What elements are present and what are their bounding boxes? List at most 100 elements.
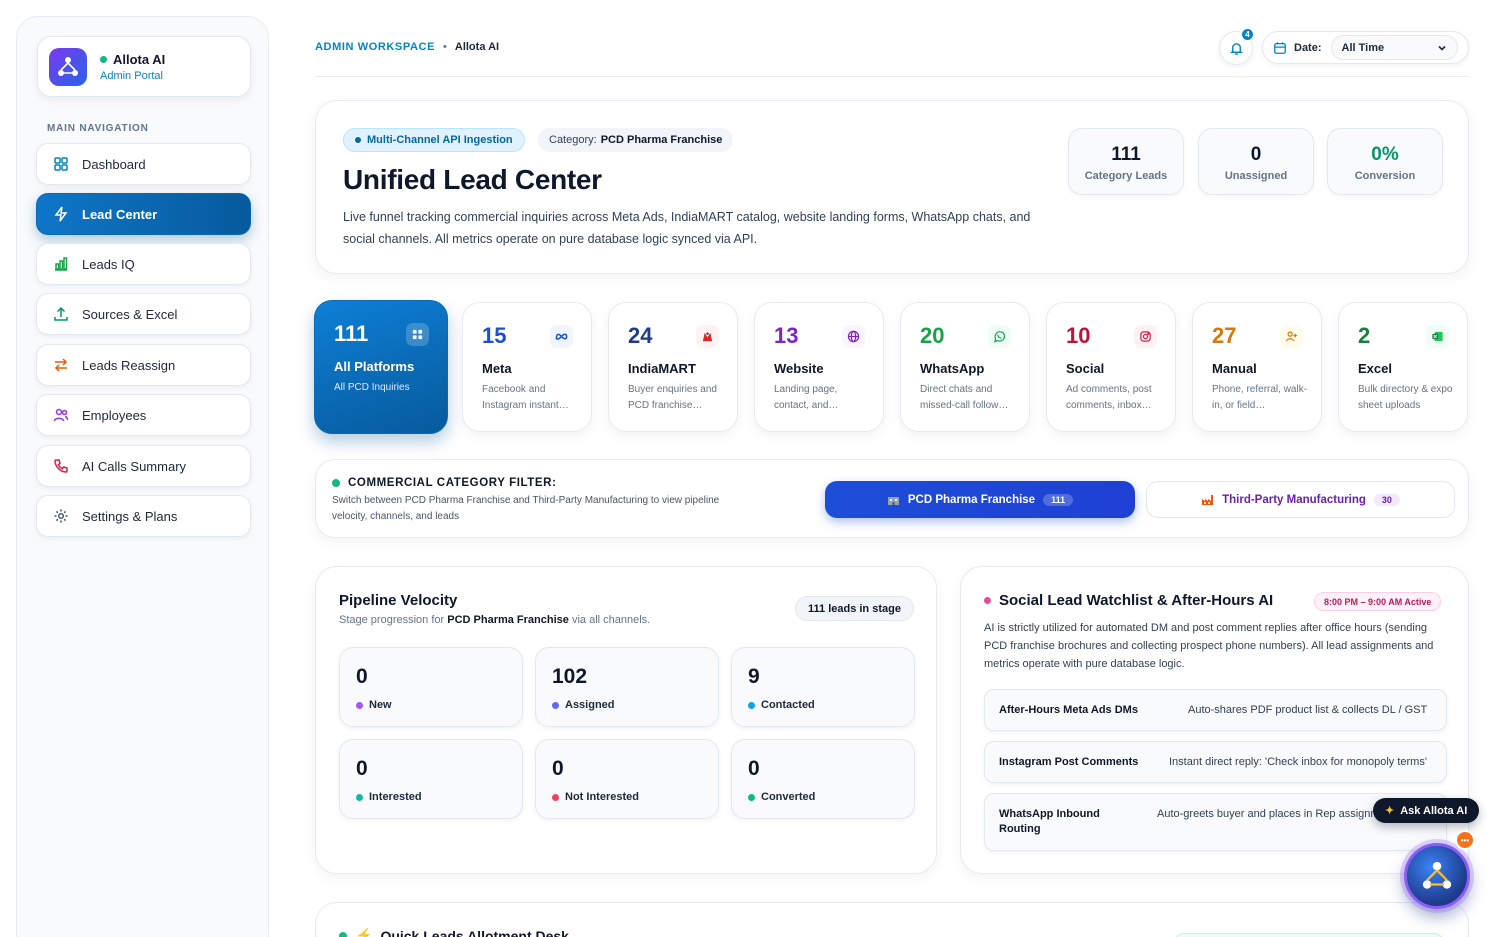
stage-label-text: Assigned bbox=[565, 699, 615, 711]
brand-name: Allota AI bbox=[100, 52, 165, 67]
sidebar-item-dashboard[interactable]: Dashboard bbox=[36, 143, 251, 185]
platform-count: 20 bbox=[920, 323, 945, 348]
stage-not-interested[interactable]: 0 Not Interested bbox=[535, 739, 719, 819]
stage-label-text: Not Interested bbox=[565, 791, 639, 803]
stage-dot bbox=[356, 701, 363, 709]
stage-dot bbox=[552, 793, 559, 801]
stage-value: 0 bbox=[748, 757, 760, 780]
platform-desc: Buyer enquiries and PCD franchise… bbox=[628, 384, 717, 411]
pipeline-subtitle: Stage progression for PCD Pharma Franchi… bbox=[339, 614, 650, 626]
watchlist-title: Social Lead Watchlist & After-Hours AI bbox=[984, 592, 1273, 609]
filter-option-pcd-pharma[interactable]: PCD Pharma Franchise 111 bbox=[825, 481, 1135, 518]
chip-dot bbox=[355, 137, 361, 143]
filter-option-third-party[interactable]: Third-Party Manufacturing 30 bbox=[1146, 481, 1455, 518]
watchlist-row: Instagram Post Comments Instant direct r… bbox=[984, 741, 1447, 783]
platform-card-social[interactable]: 10 Social Ad comments, post comments, in… bbox=[1046, 302, 1176, 432]
platform-name: Website bbox=[774, 361, 824, 376]
stage-new[interactable]: 0 New bbox=[339, 647, 523, 727]
whatsapp-icon bbox=[988, 325, 1011, 348]
filter-title: COMMERCIAL CATEGORY FILTER: bbox=[332, 477, 557, 489]
filter-status-dot bbox=[332, 479, 340, 487]
stage-label-text: New bbox=[369, 699, 392, 711]
kpi-label: Unassigned bbox=[1224, 170, 1288, 182]
ask-label: Ask Allota AI bbox=[1400, 804, 1468, 817]
sidebar-item-label: Leads IQ bbox=[82, 256, 135, 272]
page-title: Unified Lead Center bbox=[343, 164, 602, 195]
stage-label: Interested bbox=[356, 791, 422, 803]
sidebar-item-label: Settings & Plans bbox=[82, 508, 178, 524]
stage-label: New bbox=[356, 699, 392, 711]
stage-dot bbox=[748, 701, 755, 709]
sidebar-item-leads-reassign[interactable]: Leads Reassign bbox=[36, 344, 251, 386]
notification-count-badge: 4 bbox=[1240, 27, 1255, 42]
brand-card[interactable]: Allota AI Admin Portal bbox=[37, 36, 251, 97]
pipeline-velocity-card: Pipeline Velocity Stage progression for … bbox=[315, 566, 937, 874]
date-range-select[interactable]: All Time bbox=[1330, 35, 1458, 60]
api-ingestion-chip: Multi-Channel API Ingestion bbox=[343, 128, 525, 152]
breadcrumb-separator: • bbox=[443, 41, 447, 53]
platform-card-manual[interactable]: 27 Manual Phone, referral, walk-in, or f… bbox=[1192, 302, 1322, 432]
page-description: Live funnel tracking commercial inquirie… bbox=[343, 210, 1031, 246]
platform-desc: Direct chats and missed-call follow… bbox=[920, 384, 1009, 411]
platform-count: 24 bbox=[628, 323, 653, 348]
stage-label-text: Contacted bbox=[761, 699, 815, 711]
breadcrumb-workspace[interactable]: ADMIN WORKSPACE bbox=[315, 41, 435, 53]
building-icon bbox=[887, 496, 899, 505]
excel-icon bbox=[1426, 325, 1449, 348]
brand-subtitle: Admin Portal bbox=[100, 70, 163, 82]
sidebar-item-settings-plans[interactable]: Settings & Plans bbox=[36, 495, 251, 537]
platform-desc: Phone, referral, walk-in, or field… bbox=[1212, 384, 1308, 411]
quick-status-pill bbox=[1174, 933, 1444, 937]
pipeline-sub-suffix: via all channels. bbox=[571, 614, 651, 626]
sidebar-item-sources-excel[interactable]: Sources & Excel bbox=[36, 293, 251, 335]
sidebar-item-employees[interactable]: Employees bbox=[36, 394, 251, 436]
stage-interested[interactable]: 0 Interested bbox=[339, 739, 523, 819]
platform-card-meta[interactable]: 15 Meta Facebook and Instagram instant… bbox=[462, 302, 592, 432]
platform-card-website[interactable]: 13 Website Landing page, contact, and… bbox=[754, 302, 884, 432]
kpi-value: 111 bbox=[1111, 144, 1141, 165]
brand-logo-icon bbox=[49, 48, 87, 86]
stage-dot bbox=[356, 793, 363, 801]
assistant-typing-badge: ••• bbox=[1455, 830, 1475, 850]
sidebar-item-ai-calls-summary[interactable]: AI Calls Summary bbox=[36, 445, 251, 487]
platform-desc: All PCD Inquiries bbox=[334, 382, 410, 393]
watchlist-status-dot bbox=[984, 597, 991, 604]
sidebar-item-label: Employees bbox=[82, 407, 147, 423]
category-chip-value: PCD Pharma Franchise bbox=[600, 134, 723, 146]
indiamart-icon bbox=[696, 325, 719, 348]
stage-contacted[interactable]: 9 Contacted bbox=[731, 647, 915, 727]
filter-description: Switch between PCD Pharma Franchise and … bbox=[332, 495, 720, 522]
quick-allotment-title: ⚡ Quick Leads Allotment Desk bbox=[339, 927, 569, 937]
filter-option-label: Third-Party Manufacturing bbox=[1222, 493, 1366, 506]
notifications-button[interactable]: 4 bbox=[1219, 27, 1255, 65]
sidebar-item-label: Dashboard bbox=[82, 156, 146, 172]
breadcrumb-app: Allota AI bbox=[454, 41, 500, 53]
sidebar-item-leads-iq[interactable]: Leads IQ bbox=[36, 243, 251, 285]
api-chip-label: Multi-Channel API Ingestion bbox=[367, 134, 513, 146]
stage-label-text: Converted bbox=[761, 791, 816, 803]
ask-allota-button[interactable]: ✦ Ask Allota AI bbox=[1373, 798, 1480, 823]
header-divider bbox=[315, 76, 1468, 77]
platform-card-excel[interactable]: 2 Excel Bulk directory & expo sheet uplo… bbox=[1338, 302, 1468, 432]
grid-icon bbox=[54, 157, 68, 171]
swap-icon bbox=[54, 358, 68, 372]
quick-allotment-card: ⚡ Quick Leads Allotment Desk bbox=[315, 902, 1469, 937]
stage-converted[interactable]: 0 Converted bbox=[731, 739, 915, 819]
sidebar-item-label: Lead Center bbox=[82, 206, 158, 222]
stage-assigned[interactable]: 102 Assigned bbox=[535, 647, 719, 727]
brand-name-text: Allota AI bbox=[113, 52, 166, 67]
platform-name: IndiaMART bbox=[628, 361, 696, 376]
stage-label: Contacted bbox=[748, 699, 815, 711]
filter-option-count: 111 bbox=[1043, 493, 1074, 506]
sidebar: Allota AI Admin Portal MAIN NAVIGATION D… bbox=[16, 16, 269, 937]
assistant-launcher[interactable] bbox=[1404, 843, 1470, 909]
platform-card-whatsapp[interactable]: 20 WhatsApp Direct chats and missed-call… bbox=[900, 302, 1030, 432]
platform-card-all[interactable]: 111 All Platforms All PCD Inquiries bbox=[314, 300, 448, 434]
sidebar-item-lead-center[interactable]: Lead Center bbox=[36, 193, 251, 235]
platform-card-indiamart[interactable]: 24 IndiaMART Buyer enquiries and PCD fra… bbox=[608, 302, 738, 432]
nav-heading: MAIN NAVIGATION bbox=[47, 123, 149, 134]
user-plus-icon bbox=[1280, 325, 1303, 348]
bar-chart-icon bbox=[55, 257, 68, 271]
platform-count: 13 bbox=[774, 323, 799, 348]
filter-title-text: COMMERCIAL CATEGORY FILTER: bbox=[348, 477, 557, 489]
